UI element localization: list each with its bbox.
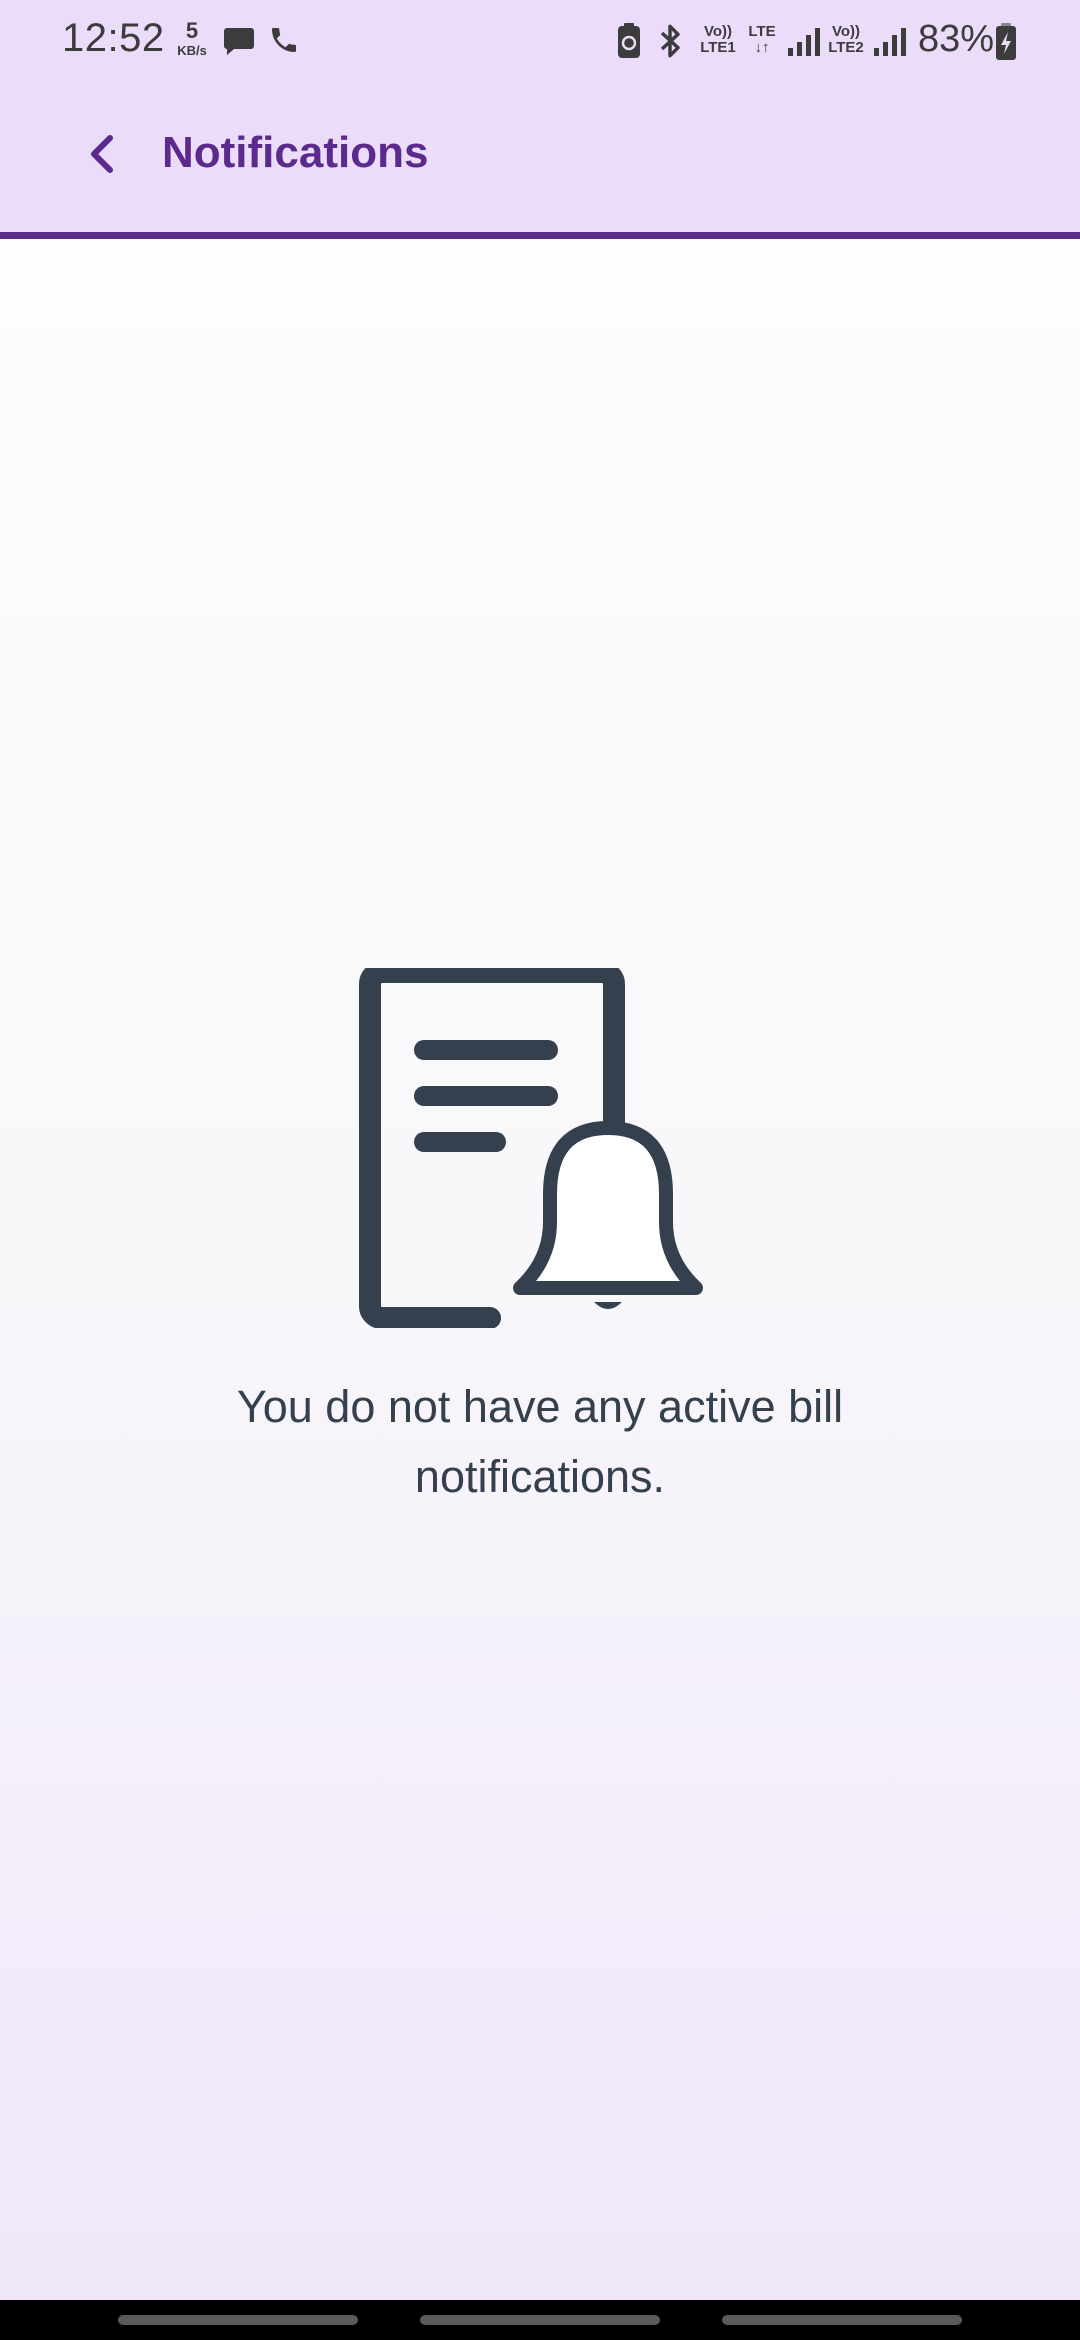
empty-state-illustration: [352, 961, 712, 1329]
empty-state-message: You do not have any active bill notifica…: [236, 1381, 844, 1502]
status-bar: 12:52 5 KB/s Vo)) LTE1 LTE ↓↑ Vo)) LTE2 …: [0, 0, 1080, 84]
page-title: Notifications: [162, 128, 429, 177]
nav-gesture-home[interactable]: [420, 2315, 660, 2325]
status-time: 12:52: [62, 16, 165, 60]
system-nav-bar: [0, 2300, 1080, 2340]
signal-icon: [788, 28, 820, 56]
bill-notification-icon: [359, 961, 703, 1329]
sim1-label: Vo)) LTE1: [696, 24, 740, 56]
sim1-label-bottom: LTE1: [700, 39, 736, 56]
battery-percent: 83%: [918, 18, 995, 60]
nav-gesture-right[interactable]: [722, 2315, 962, 2325]
network-speed-unit: KB/s: [177, 43, 207, 58]
nav-gesture-left[interactable]: [118, 2315, 358, 2325]
message-icon: [224, 28, 254, 55]
battery-charging-icon: [996, 23, 1016, 60]
data-label-top: LTE: [748, 23, 776, 40]
sim2-label-bottom: LTE2: [828, 39, 864, 56]
network-speed-value: 5: [185, 18, 199, 43]
app-bar-divider: [0, 232, 1080, 239]
data-label-bottom: ↓↑: [754, 39, 770, 56]
chevron-left-icon: [91, 135, 113, 173]
app-bar: Notifications: [0, 84, 1080, 234]
network-speed: 5 KB/s: [172, 18, 212, 58]
phone-icon: [272, 28, 296, 52]
back-button[interactable]: [76, 126, 132, 182]
sim1-label-top: Vo)): [703, 23, 733, 40]
data-label: LTE ↓↑: [744, 24, 780, 56]
battery-saver-icon: [618, 23, 640, 58]
signal-icon: [874, 28, 906, 56]
bluetooth-icon: [660, 24, 680, 58]
sim2-label: Vo)) LTE2: [824, 24, 868, 56]
top-area: 12:52 5 KB/s Vo)) LTE1 LTE ↓↑ Vo)) LTE2 …: [0, 0, 1080, 234]
sim2-label-top: Vo)): [831, 23, 861, 40]
